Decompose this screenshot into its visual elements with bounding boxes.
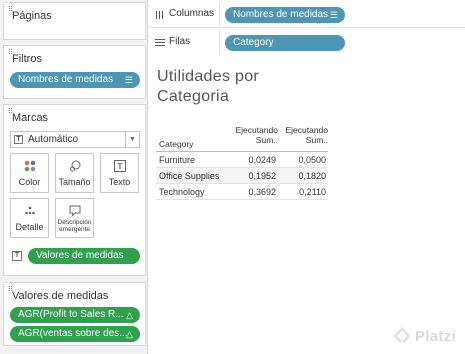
detail-icon (11, 205, 48, 219)
shelf-divider (219, 30, 220, 56)
measure-values-card-title: Valores de medidas (12, 290, 109, 302)
tooltip-icon (56, 205, 93, 219)
marks-card-title: Marcas (12, 112, 49, 124)
filter-pill-label: Nombres de medidas (18, 74, 114, 85)
row-category: Furniture (159, 155, 196, 165)
rows-pill-category[interactable]: Category (225, 35, 345, 51)
row-value: 0,0500 (298, 155, 326, 165)
row-category: Technology (159, 187, 205, 197)
text-pill-label: Valores de medidas (36, 250, 124, 261)
column-header-line1: Ejecutando (235, 125, 278, 135)
viz-title: Utilidades por Categoria (157, 67, 259, 107)
column-header-line2: Sum.. (255, 135, 278, 145)
column-header[interactable]: Ejecutando Sum.. (232, 125, 278, 145)
text-icon: T (101, 160, 138, 174)
detail-button-label: Detalle (15, 222, 44, 232)
color-button-label: Color (18, 177, 41, 187)
delta-icon: △ (126, 310, 133, 320)
shelf-divider (219, 2, 220, 28)
text-pill-icon: T (12, 251, 22, 261)
tooltip-button[interactable]: Descripción emergente (55, 198, 94, 238)
filters-card-title: Filtros (12, 53, 42, 65)
marks-card[interactable]: Marcas T Automático ▼ Color Tamaño T Tex… (3, 104, 146, 276)
table-row[interactable]: Office Supplies 0,1952 0,1820 (156, 168, 328, 184)
measure-values-card[interactable]: Valores de medidas AGR(Profit to Sales R… (3, 282, 146, 346)
mark-type-label: Automático (28, 134, 79, 145)
svg-text:T: T (117, 162, 122, 171)
row-value: 0,2110 (299, 187, 326, 197)
measure-pill-label: AGR(ventas sobre des... (18, 328, 128, 339)
columns-icon (156, 11, 164, 19)
size-button[interactable]: Tamaño (55, 153, 94, 193)
tooltip-button-label: Descripción emergente (57, 219, 92, 233)
rows-shelf[interactable]: Filas Category (149, 30, 465, 56)
delta-icon: △ (126, 329, 133, 339)
viz-area: Utilidades por Categoria Ejecutando Sum.… (149, 55, 465, 354)
filters-card[interactable]: Filtros Nombres de medidas ☰ (3, 45, 146, 99)
color-button[interactable]: Color (10, 153, 49, 193)
column-header-line2: Sum.. (305, 135, 328, 145)
rows-pill-label: Category (233, 37, 274, 48)
table-row[interactable]: Technology 0,3692 0,2110 (156, 184, 328, 200)
chevron-down-icon[interactable]: ▼ (125, 132, 139, 147)
table-row[interactable]: Furniture 0,0249 0,0500 (156, 152, 328, 168)
viz-title-line2: Categoria (157, 88, 230, 105)
column-header-line1: Ejecutando (285, 125, 328, 135)
rows-shelf-label: Filas (169, 36, 191, 47)
columns-shelf-label: Columnas (169, 8, 215, 19)
size-icon (56, 160, 93, 174)
mark-type-icon: T (14, 135, 23, 144)
column-header[interactable]: Ejecutando Sum.. (280, 125, 328, 145)
columns-shelf[interactable]: Columnas Nombres de medidas ☰ (149, 2, 465, 28)
pages-card[interactable]: Páginas (3, 2, 146, 40)
text-pill-measure-values[interactable]: Valores de medidas (28, 248, 140, 264)
row-category: Office Supplies (159, 171, 220, 181)
platzi-logo-icon (393, 327, 411, 343)
detail-button[interactable]: Detalle (10, 198, 49, 238)
columns-pill-measure-names[interactable]: Nombres de medidas ☰ (225, 7, 345, 23)
rows-icon (155, 39, 165, 47)
size-button-label: Tamaño (58, 177, 91, 187)
measure-pill-label: AGR(Profit to Sales R... (18, 309, 124, 320)
filter-icon: ☰ (329, 10, 338, 20)
row-value: 0,1952 (248, 171, 276, 181)
color-dots-icon (11, 160, 48, 174)
measure-pill-sales-discount[interactable]: AGR(ventas sobre des... △ (10, 326, 140, 342)
platzi-brand: Platzi (415, 328, 456, 345)
mark-type-dropdown[interactable]: T Automático ▼ (10, 131, 140, 148)
measure-pill-profit-ratio[interactable]: AGR(Profit to Sales R... △ (10, 307, 140, 323)
viz-title-line1: Utilidades por (157, 68, 260, 85)
filter-icon: ☰ (124, 75, 133, 85)
text-button[interactable]: T Texto (100, 153, 139, 193)
text-button-label: Texto (108, 177, 131, 187)
filter-pill-measure-names[interactable]: Nombres de medidas ☰ (10, 72, 140, 88)
row-value: 0,1820 (298, 171, 326, 181)
platzi-watermark: Platzi (392, 325, 464, 353)
row-header-title: Category (159, 139, 194, 149)
row-value: 0,0249 (248, 155, 276, 165)
row-value: 0,3692 (248, 187, 276, 197)
left-rail: Páginas Filtros Nombres de medidas ☰ Mar… (0, 0, 148, 354)
columns-pill-label: Nombres de medidas (233, 9, 329, 20)
pages-card-title: Páginas (12, 10, 52, 22)
